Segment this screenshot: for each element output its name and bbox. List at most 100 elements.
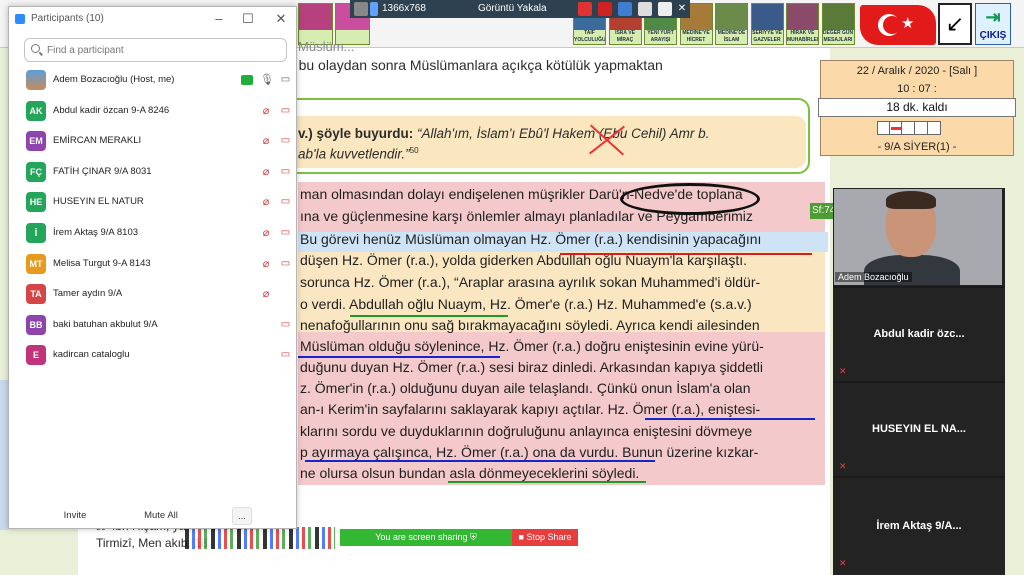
close-icon[interactable]: ✕ [676, 2, 688, 16]
participant-row[interactable]: Adem Bozacıoğlu (Host, me) 🎙 ▭ [9, 65, 296, 95]
stop-icon: ■ [518, 532, 524, 542]
participant-row[interactable]: AK Abdul kadir özcan 9-A 8246 ⌀ ▭ [9, 96, 296, 126]
more-button[interactable]: ... [232, 507, 252, 525]
stop-share-button[interactable]: ■ Stop Share [512, 529, 578, 546]
lesson-thumbnail[interactable]: HİRAK VE MUHABİRLER [786, 3, 819, 45]
grid-icon[interactable] [354, 2, 368, 16]
share-status: You are screen sharing ⛨ [340, 529, 512, 546]
camera-off-icon[interactable]: ▭ [279, 136, 292, 146]
video-tile[interactable]: İrem Aktaş 9/A... ✕ [833, 478, 1005, 575]
mic-muted-icon[interactable]: ⌀ [260, 135, 272, 147]
pointer-button[interactable]: ↙ [938, 3, 972, 45]
tools-icon[interactable] [658, 2, 672, 16]
document-line: ne olursa olsun bundan asla dönmeyecekle… [300, 465, 640, 481]
camera-off-icon[interactable]: ▭ [279, 166, 292, 177]
avatar: E [26, 345, 46, 366]
mic-muted-icon[interactable]: ⌀ [260, 227, 272, 239]
find-participant-input[interactable] [47, 42, 283, 59]
document-line: sorunca Hz. Ömer (r.a.), “Araplar arasın… [300, 274, 761, 290]
close-icon[interactable]: ✕ [273, 11, 289, 27]
camera-off-icon[interactable]: ▭ [279, 228, 292, 238]
participants-titlebar: Participants (10) – ☐ ✕ [9, 7, 296, 31]
participant-row[interactable]: HE HUSEYIN EL NATUR ⌀ ▭ [9, 187, 296, 217]
minimize-icon[interactable]: – [211, 11, 227, 27]
host-video [834, 189, 1002, 285]
participant-row[interactable]: FÇ FATİH ÇINAR 9/A 8031 ⌀ ▭ [9, 157, 296, 187]
lesson-thumbnail[interactable]: MEDİNE'DE İSLAM TOPLUMU [715, 3, 748, 45]
maximize-icon[interactable]: ☐ [240, 11, 256, 27]
participant-name: baki batuhan akbulut 9/A [53, 318, 158, 330]
screen-share-bar: You are screen sharing ⛨ ■ Stop Share [340, 529, 578, 546]
underline-blue-1 [298, 356, 500, 358]
mic-muted-icon[interactable]: ⌀ [260, 288, 272, 300]
camera-off-icon[interactable]: ▭ [279, 197, 292, 207]
capture-title: Görüntü Yakala [478, 3, 547, 14]
mic-muted-icon[interactable]: ⌀ [260, 258, 272, 270]
date-text: 22 / Aralık / 2020 - [Salı ] [856, 65, 978, 77]
mic-off-icon: ✕ [839, 461, 847, 471]
document-line: duğunu duyan Hz. Ömer (r.a.) sesi biraz … [300, 359, 764, 375]
pin-icon[interactable] [370, 2, 378, 16]
zoom-icon [15, 14, 25, 24]
shield-icon: ⛨ [469, 532, 477, 542]
mic-icon[interactable]: 🎙 [260, 74, 274, 86]
camera-off-icon[interactable]: ▭ [279, 105, 292, 116]
camera-icon[interactable] [618, 2, 632, 16]
page-tag: Sf:74 [810, 203, 835, 219]
record-icon[interactable] [578, 2, 592, 16]
camera-icon[interactable]: ▭ [279, 75, 292, 85]
screen-capture-bar: 1366x768 Görüntü Yakala ✕ [350, 0, 690, 18]
camera-off-icon[interactable]: ▭ [279, 258, 292, 269]
host-video-label: Adem Bozacıoğlu [835, 272, 912, 282]
document-line: nenafoğullarının onu sağ bırakmayacağını… [300, 317, 760, 333]
invite-button[interactable]: Invite [57, 507, 93, 525]
participants-title: Participants (10) [31, 13, 104, 24]
underline-green-2 [448, 481, 646, 483]
remaining-time: 18 dk. kaldı [818, 98, 1016, 117]
document-line: klarını sordu ve duyduklarının doğruluğu… [300, 423, 753, 439]
camera-off-icon[interactable]: ▭ [279, 350, 292, 360]
host-video-tile[interactable]: Adem Bozacıoğlu [833, 188, 1005, 286]
video-tile-name: İrem Aktaş 9/A... [876, 520, 962, 532]
turkish-flag-icon: ★ [860, 5, 936, 45]
lesson-thumbnail[interactable]: SERİYYE VE GAZVELER [750, 3, 784, 45]
video-tile-name: Abdul kadir özc... [873, 328, 965, 340]
mic-muted-icon[interactable]: ⌀ [260, 166, 272, 178]
avatar: İ [26, 223, 46, 243]
exit-icon: ⇥ [985, 7, 1001, 27]
lesson-thumbnail[interactable]: DEĞER GÜN MESAJLARI [821, 3, 855, 45]
camera-off-icon[interactable]: ▭ [279, 319, 292, 330]
video-tile[interactable]: Abdul kadir özc... ✕ [833, 288, 1005, 381]
participant-row[interactable]: BBbaki batuhan akbulut 9/A⌀▭ [9, 310, 296, 340]
cross-out-mark [585, 120, 625, 160]
participant-row[interactable]: Ekadircan cataloglu⌀▭ [9, 340, 296, 370]
underline-blue-2 [645, 418, 815, 420]
share-status-label: You are screen sharing [375, 532, 468, 542]
document-line: an-ı Kerim'in sayfalarını saklayarak kap… [300, 401, 761, 417]
stop-icon[interactable] [598, 2, 612, 16]
exit-button[interactable]: ⇥ ÇIKIŞ [975, 3, 1011, 45]
participant-name: Melisa Turgut 9-A 8143 [53, 257, 151, 269]
mute-all-button[interactable]: Mute All [139, 507, 183, 525]
video-tile[interactable]: HUSEYIN EL NA... ✕ [833, 383, 1005, 476]
participant-row[interactable]: İ İrem Aktaş 9/A 8103 ⌀ ▭ [9, 218, 296, 248]
document-line: z. Ömer'in (r.a.) olduğunu duyan aile te… [300, 380, 751, 396]
document-line: Müslüman olduğu söylenince, Hz. Ömer (r.… [300, 338, 764, 354]
find-participant-box[interactable] [24, 38, 287, 62]
mic-muted-icon[interactable]: ⌀ [260, 105, 272, 117]
participant-row[interactable]: MT Melisa Turgut 9-A 8143 ⌀ ▭ [9, 249, 296, 279]
participant-name: FATİH ÇINAR 9/A 8031 [53, 165, 152, 177]
callout-italic-1: “Allah'ım, İslam'ı Ebû'l Hakem (Ebu Cehi… [417, 126, 710, 141]
pen-icon[interactable] [638, 2, 652, 16]
circle-annotation [620, 183, 760, 215]
participant-row[interactable]: TA Tamer aydın 9/A ⌀ [9, 279, 296, 309]
video-panel: Adem Bozacıoğlu Abdul kadir özc... ✕ HUS… [833, 188, 1005, 575]
participant-name: Adem Bozacıoğlu (Host, me) [53, 74, 175, 85]
participant-name: kadircan cataloglu [53, 349, 130, 361]
participant-row[interactable]: EM EMİRCAN MERAKLI ⌀ ▭ [9, 126, 296, 156]
mic-muted-icon[interactable]: ⌀ [260, 196, 272, 208]
underline-red [560, 253, 812, 255]
stop-share-label: Stop Share [526, 532, 572, 542]
avatar [26, 70, 46, 90]
callout-line-2: ab'la kuvvetlendir.”50 [298, 146, 419, 162]
